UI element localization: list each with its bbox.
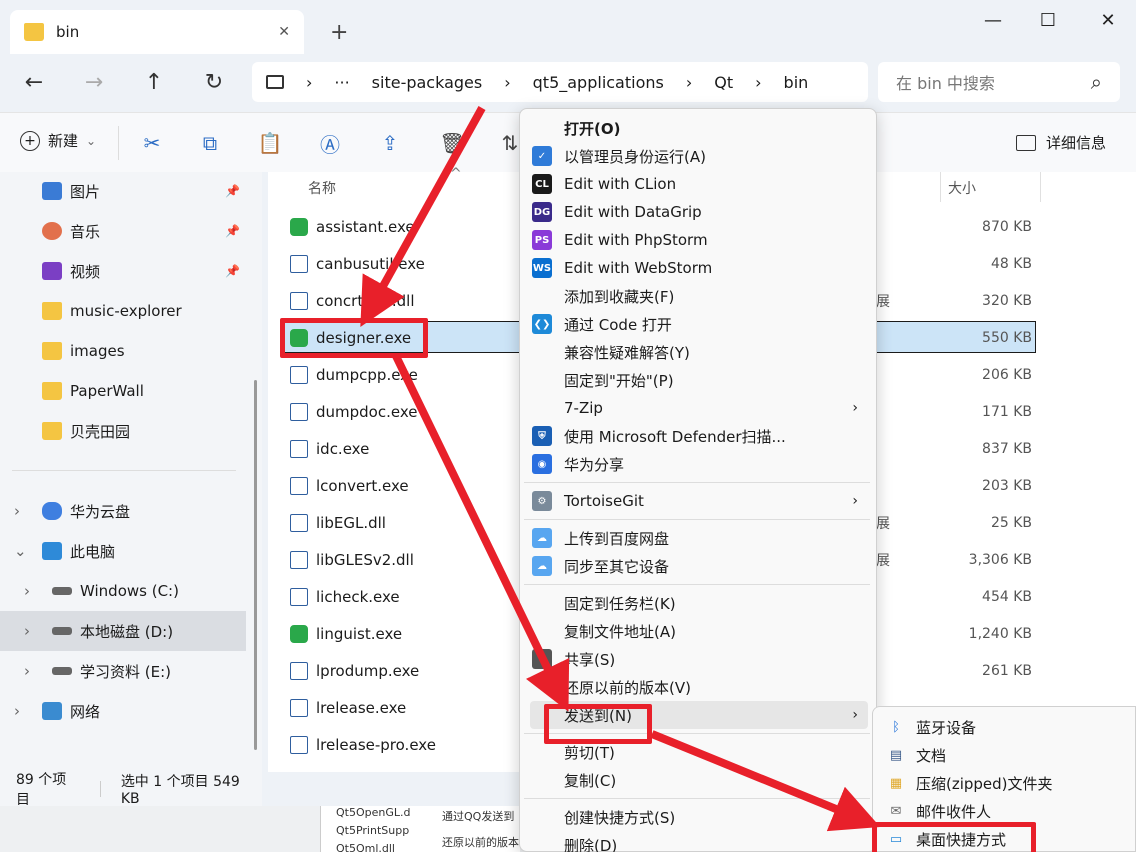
arrow-to-desktop-shortcut xyxy=(650,730,881,832)
arrow-to-designer xyxy=(360,106,486,327)
arrow-to-send-to xyxy=(392,354,570,712)
annotation-arrows xyxy=(360,106,881,832)
